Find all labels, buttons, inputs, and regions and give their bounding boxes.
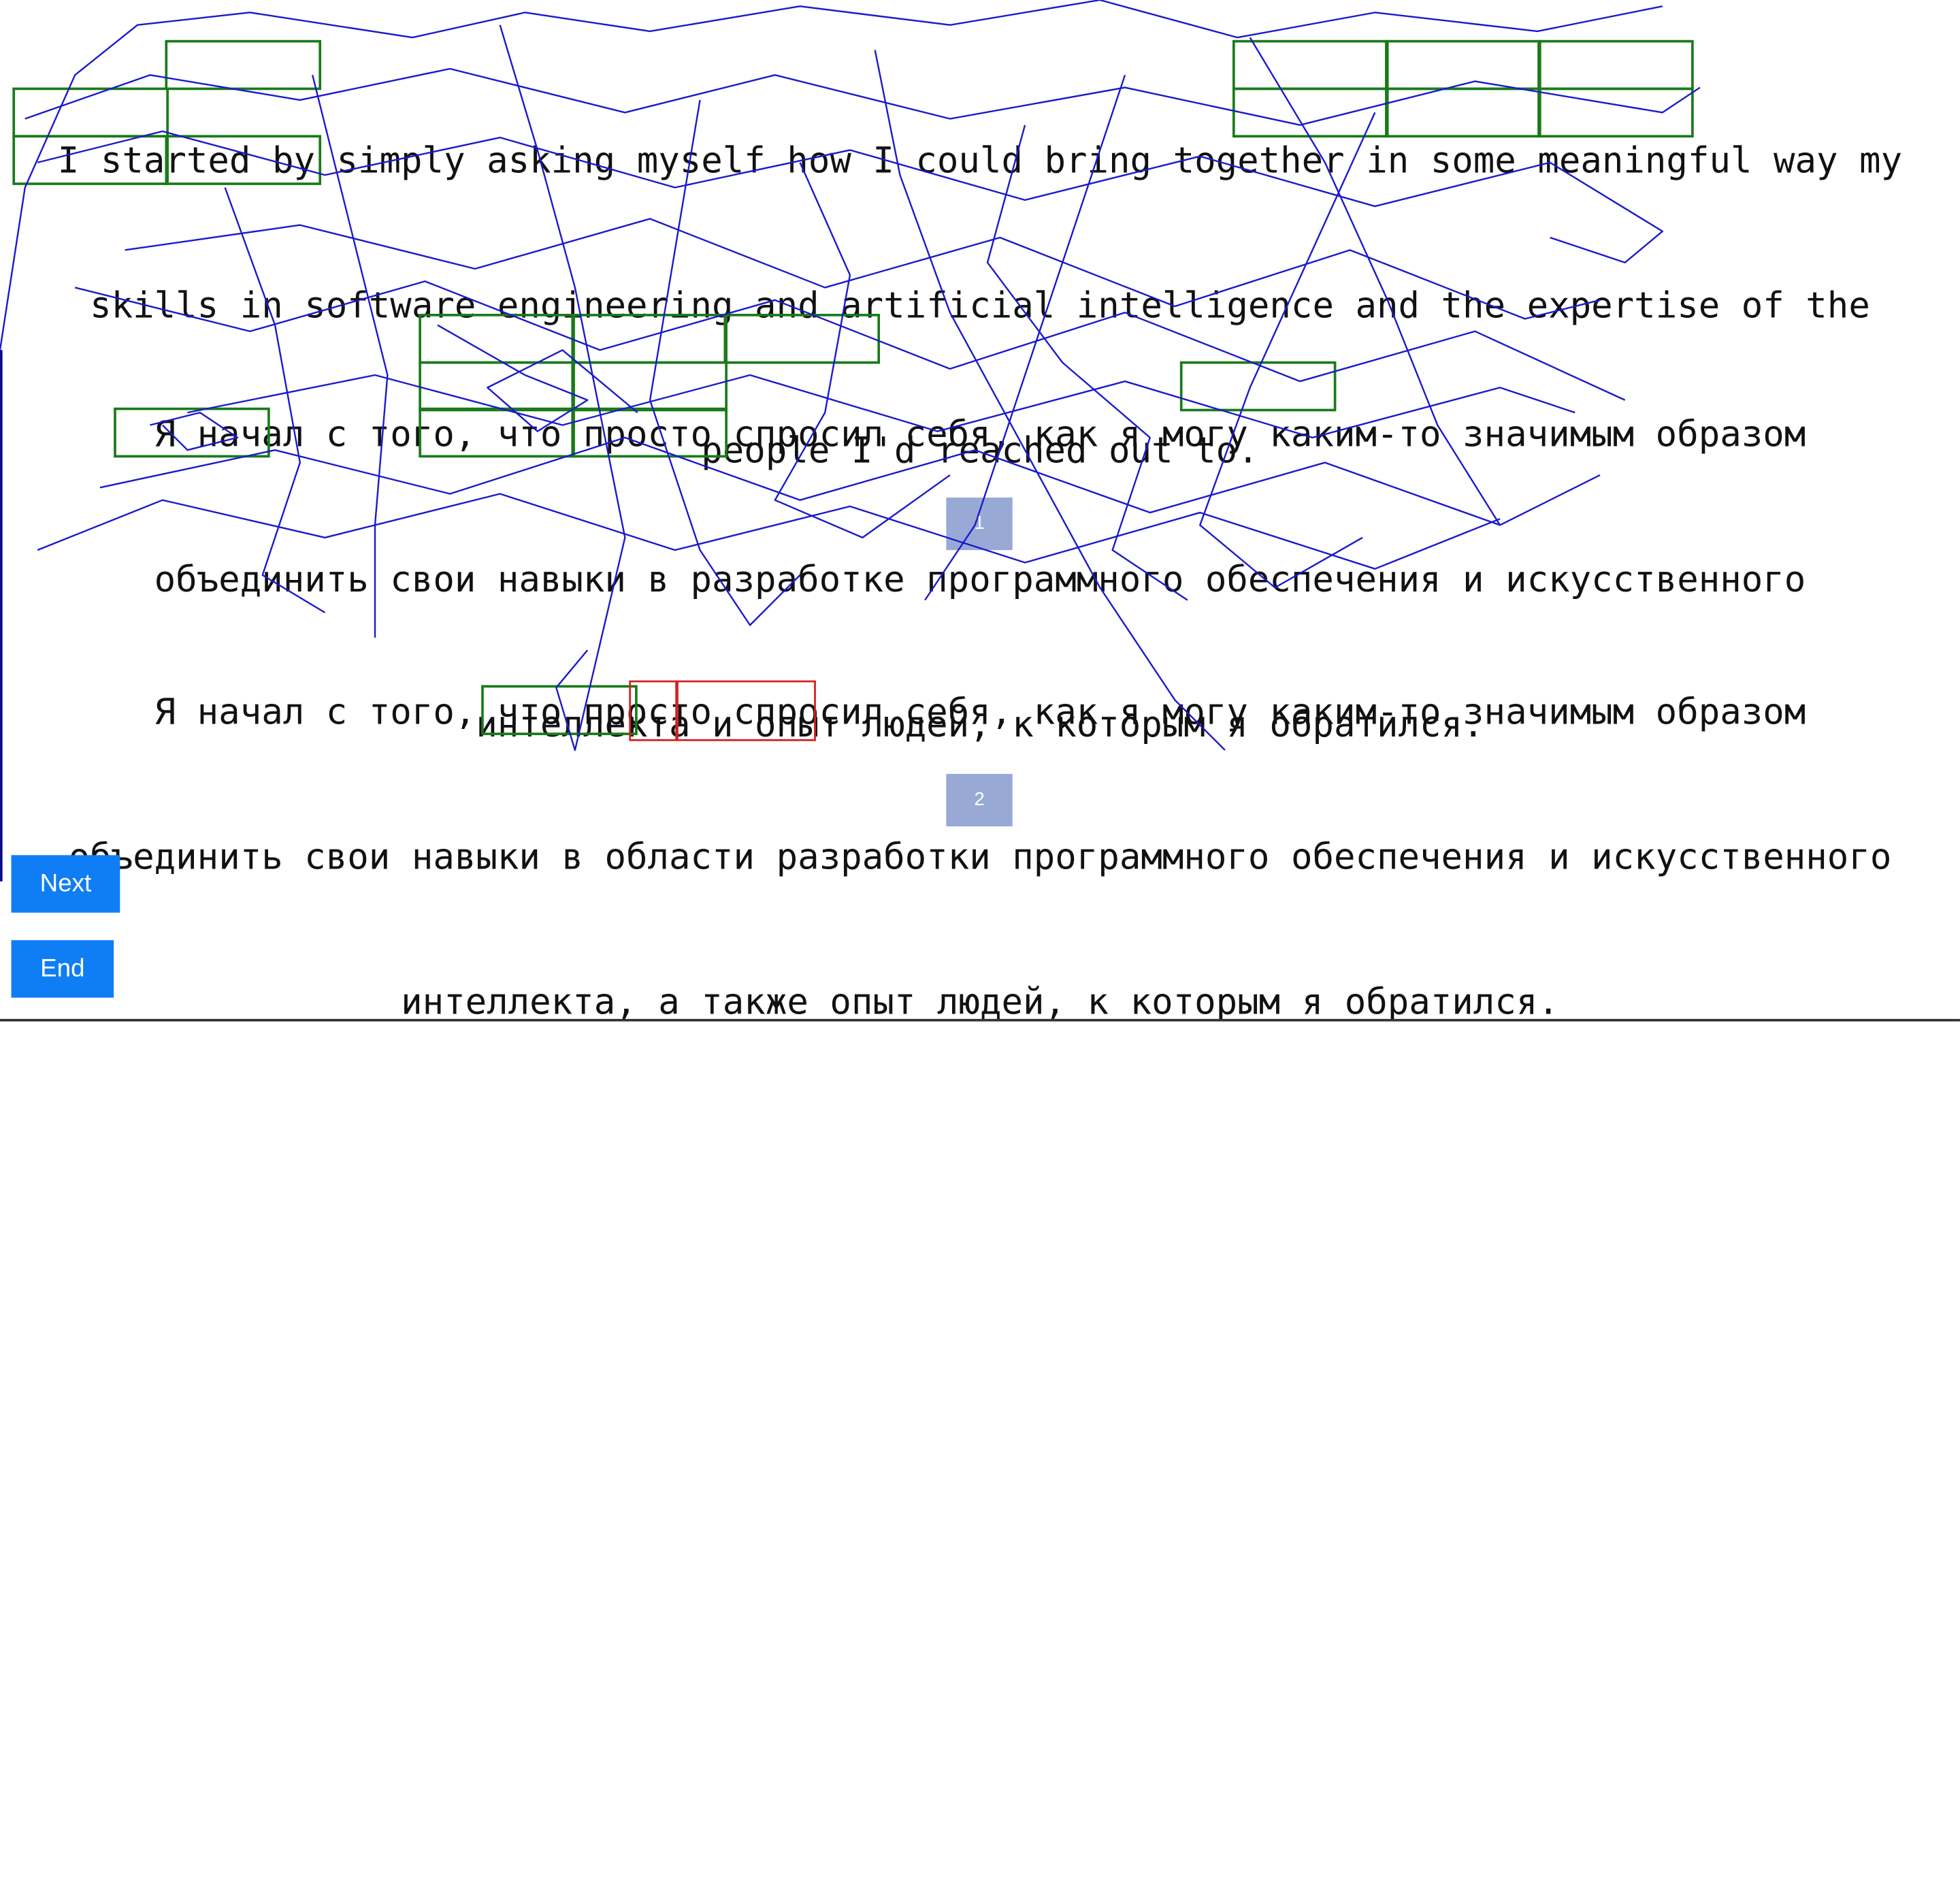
- annotation-canvas: I started by simply asking myself how I …: [0, 0, 1960, 1878]
- gaze-overlay: [0, 0, 1701, 751]
- gaze-trace: [0, 0, 1663, 351]
- gaze-trace: [24, 67, 1701, 126]
- fixation-box-match: [723, 314, 881, 364]
- left-divider: [0, 350, 3, 881]
- gaze-trace: [312, 74, 389, 638]
- fixation-box-match: [419, 361, 575, 412]
- gaze-trace: [37, 493, 1501, 570]
- end-button[interactable]: End: [11, 940, 114, 998]
- fixation-box-match: [165, 135, 322, 185]
- fixation-box-mismatch: [676, 680, 816, 741]
- gaze-trace: [150, 411, 239, 451]
- fixation-box-match: [419, 407, 575, 458]
- gaze-trace: [1249, 37, 1501, 526]
- fixation-boxes-matched: [12, 39, 1694, 735]
- fixation-box-match: [571, 314, 728, 364]
- gaze-trace: [874, 50, 1226, 751]
- fixation-boxes-mismatched: [629, 680, 816, 741]
- gaze-trace: [437, 324, 638, 432]
- gaze-trace: [924, 74, 1126, 601]
- gaze-trace: [187, 374, 1575, 439]
- fixation-box-match: [1232, 87, 1389, 138]
- gaze-trace: [774, 162, 951, 538]
- next-button[interactable]: Next: [11, 855, 120, 913]
- fixation-box-match: [1537, 39, 1694, 91]
- fixation-box-match: [1385, 87, 1541, 138]
- gaze-trace: [1199, 112, 1376, 589]
- bottom-divider: [0, 1018, 1960, 1022]
- gaze-trace: [37, 130, 1664, 263]
- gaze-trace: [986, 125, 1188, 601]
- gaze-trace: [74, 280, 1626, 401]
- fixation-box-match: [1385, 39, 1541, 91]
- gaze-trace: [224, 187, 326, 614]
- gaze-trace: [99, 436, 1601, 526]
- gaze-trace-paths: [0, 0, 1701, 751]
- fixation-box-match: [481, 685, 638, 735]
